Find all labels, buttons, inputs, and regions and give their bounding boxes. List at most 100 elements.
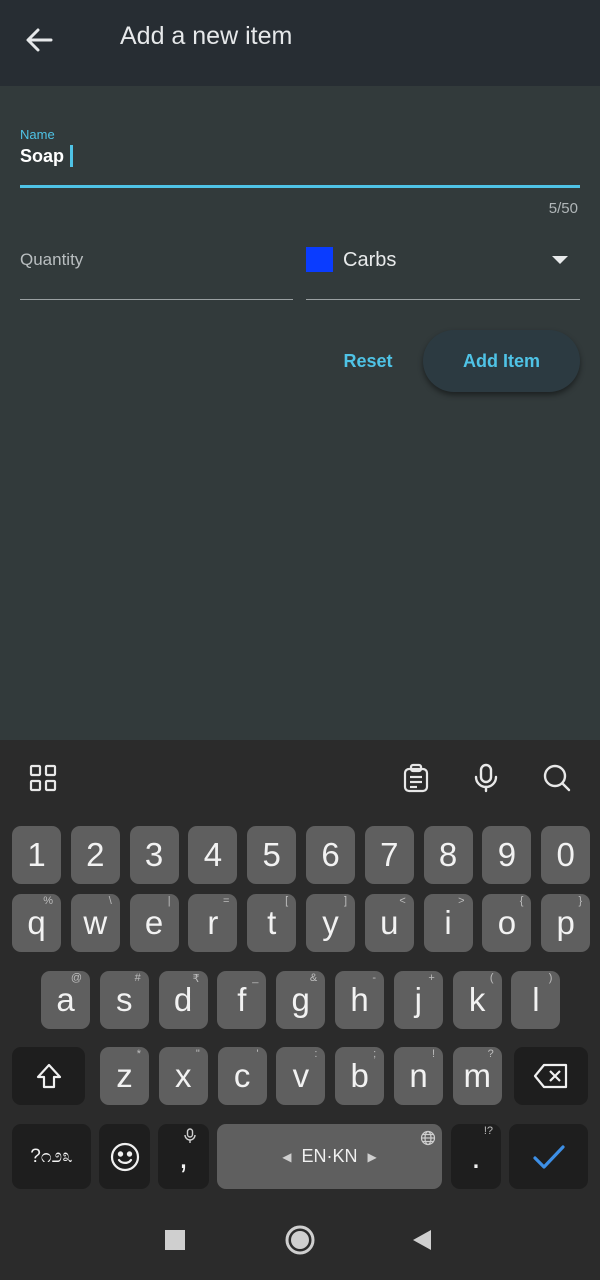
key-f-label: f [237,981,247,1018]
globe-icon [420,1130,436,1146]
key-6[interactable]: 6 [306,826,355,884]
key-x[interactable]: x " [158,1047,208,1105]
key-q-label: q [27,904,46,941]
category-dropdown[interactable]: Carbs [306,240,580,300]
key-e[interactable]: e | [129,894,179,952]
reset-button[interactable]: Reset [330,340,406,382]
key-s[interactable]: s # [99,971,149,1029]
key-r[interactable]: r = [188,894,238,952]
key-n[interactable]: n! [394,1047,443,1105]
key-a[interactable]: a @ [41,971,90,1029]
microphone-icon[interactable] [464,756,508,800]
comma-key[interactable]: , [158,1124,209,1189]
quantity-input[interactable]: Quantity [20,240,293,300]
key-x-label: x [175,1057,192,1094]
arrow-left-icon [26,28,53,52]
key-j-hint: + [428,972,435,984]
emoji-icon [110,1142,139,1171]
key-y-label: y [322,904,339,941]
key-y[interactable]: y] [306,894,355,952]
key-c[interactable]: c ' [217,1047,267,1105]
shift-key[interactable] [12,1047,85,1105]
key-7-label: 7 [380,836,399,873]
key-c-hint: ' [256,1048,259,1060]
apps-grid-icon[interactable] [21,756,65,800]
key-z-label: z [116,1057,133,1094]
home-circle-icon[interactable] [280,1220,320,1260]
back-button[interactable] [24,18,72,62]
period-key-hint: !? [483,1125,493,1137]
key-b[interactable]: b; [335,1047,385,1105]
add-item-button[interactable]: Add Item [423,330,580,392]
search-icon[interactable] [535,756,579,800]
space-left-arrow-icon: ◀ [282,1149,292,1164]
key-p-label: p [556,904,575,941]
key-b-hint: ; [373,1048,377,1060]
mic-hint-icon [183,1128,197,1147]
period-key[interactable]: .!? [451,1124,501,1189]
app-bar: Add a new item [0,0,600,86]
system-nav-bar [0,1200,600,1280]
key-q[interactable]: q% [12,894,61,952]
backspace-key[interactable] [514,1047,588,1105]
key-9[interactable]: 9 [482,826,532,884]
clipboard-icon[interactable] [394,756,438,800]
dropdown-arrow-icon [552,256,568,264]
key-3-label: 3 [144,836,164,873]
key-j[interactable]: j + [393,971,443,1029]
category-selected-value: Carbs [343,249,397,271]
key-m[interactable]: m? [452,1047,502,1105]
key-2-label: 2 [86,836,105,873]
emoji-key[interactable] [99,1124,150,1189]
key-4[interactable]: 4 [188,826,238,884]
key-h-label: h [350,981,369,1018]
key-2[interactable]: 2 [70,826,120,884]
key-d[interactable]: d ₹ [158,971,208,1029]
key-4-label: 4 [203,836,223,873]
key-l-hint: ) [548,972,553,984]
key-8[interactable]: 8 [423,826,473,884]
key-h[interactable]: h- [335,971,384,1029]
key-l[interactable]: l) [511,971,561,1029]
key-l-label: l [532,981,540,1018]
key-n-label: n [409,1057,428,1094]
key-k-hint: ( [489,972,494,984]
space-bar[interactable]: ◀ EN·KN ▶ [217,1124,442,1189]
keyboard-toolbar [0,740,600,814]
key-p[interactable]: p} [541,894,591,952]
back-triangle-icon[interactable] [402,1220,442,1260]
key-u-hint: < [399,895,406,907]
key-3[interactable]: 3 [129,826,179,884]
key-q-hint: % [43,895,53,907]
period-key-label: . [471,1137,481,1175]
key-i[interactable]: i > [423,894,473,952]
key-0[interactable]: 0 [541,826,591,884]
key-u[interactable]: u < [364,894,414,952]
name-input-value: Soap [20,145,65,166]
key-o[interactable]: o{ [482,894,532,952]
symbols-key[interactable]: ?೧೨೩ [12,1124,91,1189]
key-0-label: 0 [556,836,575,873]
key-f[interactable]: f _ [217,971,267,1029]
key-w-hint: \ [108,895,112,907]
enter-key[interactable] [509,1124,588,1189]
key-g[interactable]: g & [276,971,326,1029]
key-7[interactable]: 7 [364,826,414,884]
key-x-hint: " [195,1048,200,1060]
key-t[interactable]: t[ [247,894,297,952]
name-input[interactable]: Soap [20,145,74,167]
key-e-label: e [144,904,164,941]
key-m-hint: ? [487,1048,494,1060]
key-w[interactable]: w \ [70,894,120,952]
key-1[interactable]: 1 [12,826,61,884]
name-field-label: Name [20,127,55,142]
key-i-hint: > [458,895,465,907]
key-5-label: 5 [262,836,281,873]
key-v-hint: : [314,1048,318,1060]
key-z[interactable]: z * [100,1047,149,1105]
key-v[interactable]: v: [276,1047,326,1105]
recents-square-icon[interactable] [155,1220,195,1260]
key-v-label: v [292,1057,310,1094]
key-k[interactable]: k( [452,971,502,1029]
key-5[interactable]: 5 [247,826,297,884]
